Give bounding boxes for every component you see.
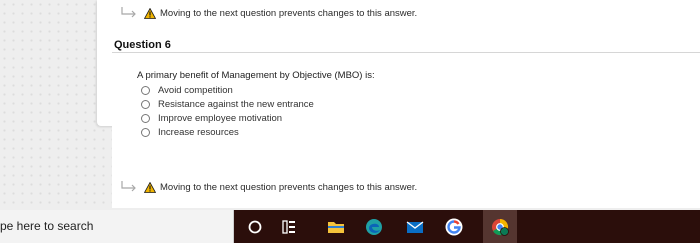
radio-button[interactable] xyxy=(141,127,150,137)
warning-text: Moving to the next question prevents cha… xyxy=(160,7,418,19)
warning-text: Moving to the next question prevents cha… xyxy=(160,181,418,193)
task-view-icon[interactable] xyxy=(279,217,299,237)
mail-icon[interactable] xyxy=(405,217,425,237)
taskbar: pe here to search xyxy=(0,210,700,243)
radio-button[interactable] xyxy=(141,113,150,123)
warning-message-bottom: Moving to the next question prevents cha… xyxy=(120,180,417,194)
option-label: Improve employee motivation xyxy=(158,112,283,124)
return-arrow-icon xyxy=(121,7,136,18)
question-title: Question 6 xyxy=(114,39,171,51)
google-chrome-icon[interactable] xyxy=(444,217,464,237)
warning-message-top: Moving to the next question prevents cha… xyxy=(120,6,417,20)
answer-option[interactable]: Increase resources xyxy=(141,125,314,139)
answer-options: Avoid competition Resistance against the… xyxy=(141,83,314,139)
chrome-profile-icon[interactable] xyxy=(490,217,510,237)
answer-option[interactable]: Resistance against the new entrance xyxy=(141,97,314,111)
radio-button[interactable] xyxy=(141,85,150,95)
file-explorer-icon[interactable] xyxy=(326,217,346,237)
divider xyxy=(112,52,700,53)
return-arrow-icon xyxy=(121,181,136,192)
taskbar-search-box[interactable]: pe here to search xyxy=(0,210,234,243)
option-label: Resistance against the new entrance xyxy=(158,98,314,110)
warning-icon xyxy=(144,181,156,193)
radio-button[interactable] xyxy=(141,99,150,109)
warning-icon xyxy=(144,7,156,19)
option-label: Increase resources xyxy=(158,126,239,138)
cortana-icon[interactable] xyxy=(245,217,265,237)
question-prompt: A primary benefit of Management by Objec… xyxy=(137,70,375,81)
answer-option[interactable]: Avoid competition xyxy=(141,83,314,97)
edge-icon[interactable] xyxy=(364,217,384,237)
option-label: Avoid competition xyxy=(158,84,233,96)
answer-option[interactable]: Improve employee motivation xyxy=(141,111,314,125)
